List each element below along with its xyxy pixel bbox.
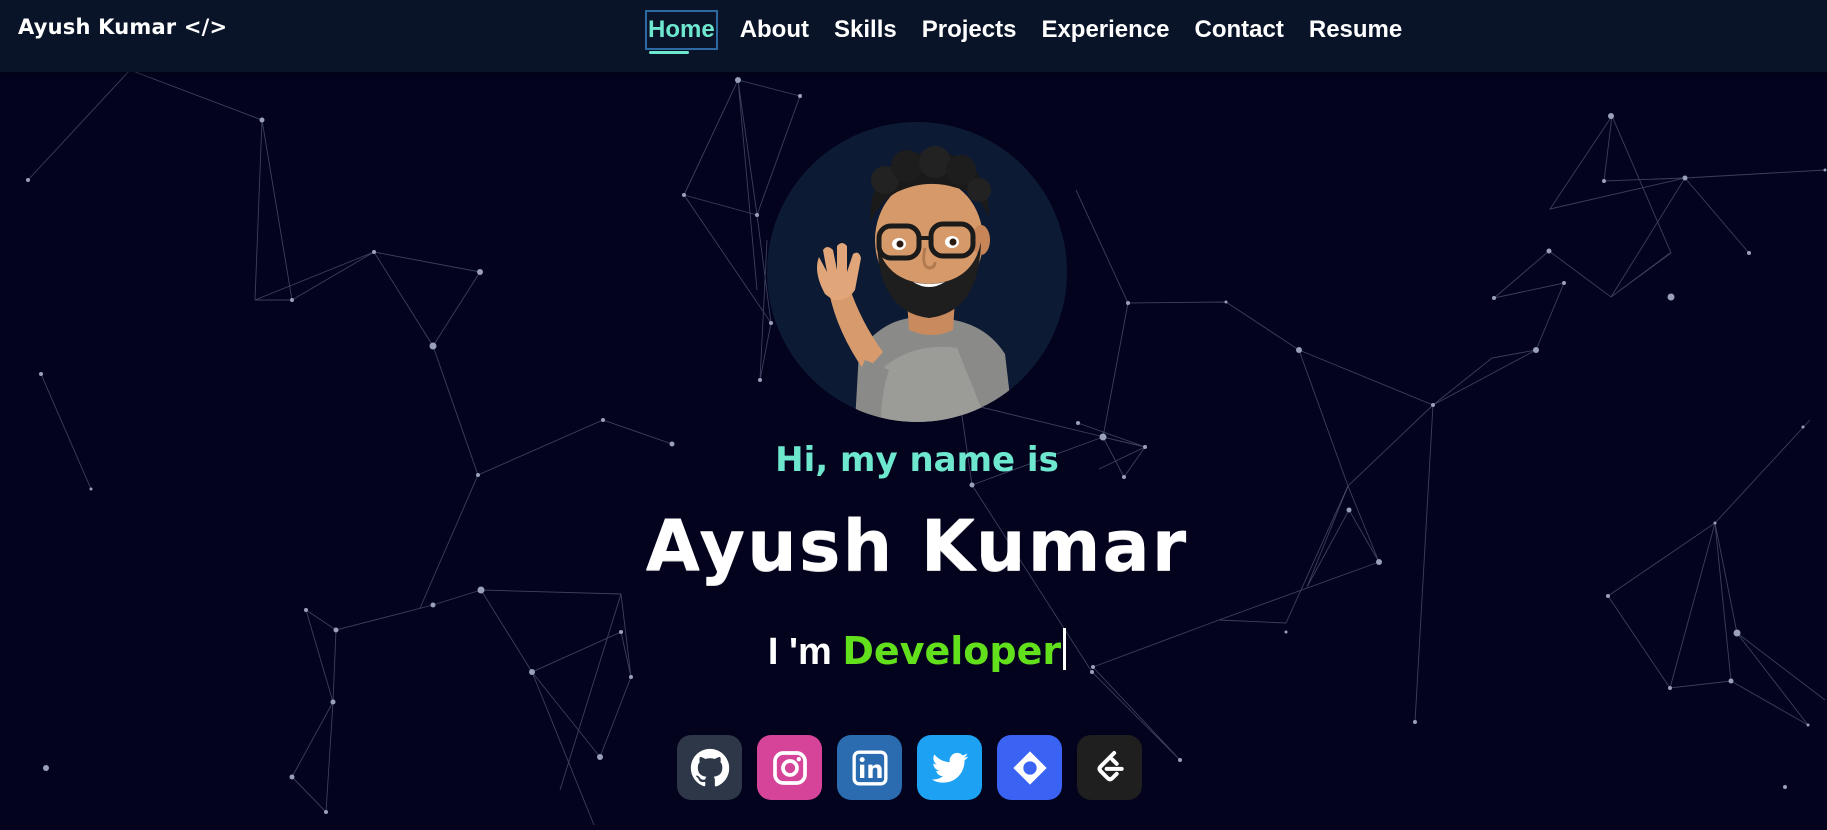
quira-icon (1012, 750, 1047, 785)
github-icon (690, 748, 729, 786)
nav-links: Home About Skills Projects Experience Co… (645, 10, 1425, 54)
brand-logo[interactable]: Ayush Kumar </> (18, 15, 227, 39)
instagram-button[interactable] (757, 735, 822, 800)
top-navbar: Ayush Kumar </> Home About Skills Projec… (0, 0, 1827, 72)
hero-role: I 'm Developer (0, 628, 1827, 674)
leetcode-button[interactable] (1077, 735, 1142, 800)
twitter-button[interactable] (917, 735, 982, 800)
hero-name: Ayush Kumar (645, 505, 1189, 587)
hero-greeting: Hi, my name is (775, 440, 1059, 480)
role-typed-word: Developer (842, 629, 1062, 673)
nav-link-about[interactable]: About (738, 10, 811, 50)
portfolio-page: Ayush Kumar </> Home About Skills Projec… (0, 0, 1827, 830)
leetcode-icon (1097, 750, 1124, 781)
social-links (677, 735, 1142, 800)
nav-link-contact[interactable]: Contact (1193, 10, 1286, 50)
nav-link-skills[interactable]: Skills (832, 10, 899, 50)
nav-link-home[interactable]: Home (645, 10, 718, 54)
linkedin-icon (852, 750, 887, 785)
typing-cursor (1063, 628, 1067, 670)
quira-button[interactable] (997, 735, 1062, 800)
twitter-icon (931, 752, 968, 783)
avatar (767, 122, 1067, 422)
nav-link-resume[interactable]: Resume (1307, 10, 1404, 50)
linkedin-button[interactable] (837, 735, 902, 800)
nav-link-projects[interactable]: Projects (920, 10, 1019, 50)
waving-memoji-avatar (817, 146, 1013, 422)
instagram-icon (772, 750, 807, 785)
nav-link-experience[interactable]: Experience (1039, 10, 1171, 50)
role-prefix: I 'm (767, 631, 832, 673)
github-button[interactable] (677, 735, 742, 800)
